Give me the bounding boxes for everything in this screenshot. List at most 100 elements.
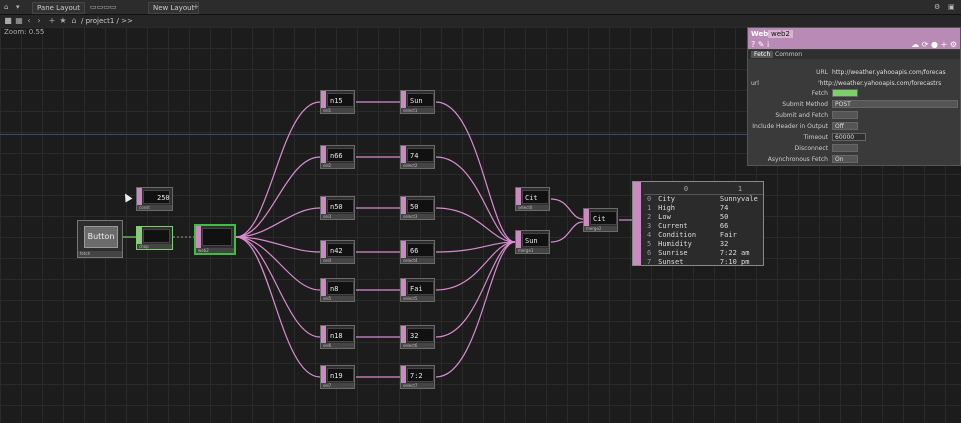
timeout-field[interactable]: 60000	[832, 133, 866, 141]
node-label: web2	[196, 248, 234, 253]
table-row: 4 Condition Fair	[647, 231, 737, 239]
url-label: URL	[816, 69, 828, 76]
url-row: URL http://weather.yahooapis.com/forecas	[748, 68, 960, 78]
timeout-label: Timeout	[803, 134, 828, 141]
fetch-button[interactable]	[832, 89, 858, 97]
merge-node[interactable]: Sun merge1	[515, 230, 550, 254]
async-fetch-label: Asynchronous Fetch	[767, 156, 828, 163]
table-header: 0 1	[644, 185, 763, 195]
node-value: Sun	[410, 97, 423, 105]
back-icon[interactable]: ‹	[24, 16, 34, 26]
button-comp[interactable]: Button fetch	[77, 220, 123, 258]
node-value: Cit	[593, 215, 606, 223]
url-expr-field[interactable]: 'http://weather.yahooapis.com/forecastrs	[818, 80, 941, 87]
node-value: 250	[157, 194, 170, 202]
node-flag	[633, 182, 641, 265]
select-node-n50[interactable]: n50 sel3	[320, 196, 355, 220]
node-label: fetch	[78, 251, 122, 257]
table-row: 7 Sunset 7:10 pm	[647, 258, 750, 266]
maximize-icon[interactable]: ▣	[948, 2, 955, 12]
node-flag	[137, 188, 142, 206]
async-fetch-toggle[interactable]: On	[832, 155, 858, 163]
node-value: n8	[330, 285, 339, 293]
node-label: chop	[137, 244, 172, 249]
node-value: 66	[410, 247, 419, 255]
select-node-n42[interactable]: n42 sel4	[320, 240, 355, 264]
button-face[interactable]: Button	[84, 226, 118, 248]
settings-icon[interactable]: ⚙	[934, 2, 940, 12]
node-value: n19	[330, 372, 343, 380]
include-header-toggle[interactable]: Off	[832, 122, 858, 130]
pane-layout-button[interactable]: Pane Layout	[32, 2, 85, 14]
help-icon[interactable]: ? ✎ i	[751, 40, 769, 49]
stop-icon[interactable]: ■	[3, 16, 13, 26]
forward-icon[interactable]: ›	[34, 16, 44, 26]
select-node-n19[interactable]: n19 sel7	[320, 365, 355, 389]
panel-icons[interactable]: ☁ ⟳ ● + ⚙	[911, 40, 957, 49]
chop-node[interactable]: chop	[136, 226, 173, 250]
breadcrumb[interactable]: / project1 / >>	[81, 16, 133, 26]
include-header-label: Include Header in Output	[752, 123, 828, 130]
node-value: n18	[330, 332, 343, 340]
node-value: 32	[410, 332, 419, 340]
node-viewer	[143, 229, 170, 243]
node-value: Sun	[525, 237, 538, 245]
panel-node-name[interactable]: web2	[768, 30, 793, 38]
select-node-n66[interactable]: n66 sel2	[320, 145, 355, 169]
table-row: 2 Low 50	[647, 213, 729, 221]
merge-node-2[interactable]: Cit merge2	[583, 208, 618, 232]
panel-header: Web web2 ? ✎ i ☁ ⟳ ● + ⚙	[748, 28, 960, 49]
tab-common[interactable]: Common	[772, 51, 805, 58]
text-node-fai[interactable]: Fai select5	[400, 278, 435, 302]
disconnect-button[interactable]	[832, 144, 858, 152]
text-node-50[interactable]: 50 select3	[400, 196, 435, 220]
table-row: 0 City Sunnyvale	[647, 195, 758, 203]
table-row: 3 Current 66	[647, 222, 729, 230]
add-icon[interactable]: +	[47, 16, 57, 26]
text-node-32[interactable]: 32 select6	[400, 325, 435, 349]
submit-method-label: Submit Method	[782, 101, 828, 108]
grid-icon[interactable]: ▦	[14, 16, 24, 26]
url-field[interactable]: http://weather.yahooapis.com/forecas	[832, 69, 946, 76]
node-value: 74	[410, 152, 419, 160]
node-flag	[137, 227, 142, 245]
panel-type: Web	[751, 30, 769, 38]
async-fetch-row: Asynchronous Fetch On	[748, 155, 960, 165]
new-layout-button[interactable]: New Layout	[148, 2, 200, 14]
select-node-n15[interactable]: n15 sel1	[320, 90, 355, 114]
url-expr-row: url 'http://weather.yahooapis.com/foreca…	[748, 79, 960, 89]
text-node-72[interactable]: 7:2 select7	[400, 365, 435, 389]
home-network-icon[interactable]: ⌂	[69, 16, 79, 26]
select-node-n8[interactable]: n8 sel5	[320, 278, 355, 302]
timeout-row: Timeout 60000	[748, 133, 960, 143]
submit-method-row: Submit Method POST	[748, 100, 960, 110]
panel-tabs: Fetch Common	[748, 50, 960, 59]
wire	[235, 236, 321, 378]
submit-method-select[interactable]: POST	[832, 100, 958, 108]
star-icon[interactable]: ★	[58, 16, 68, 26]
node-value: 7:2	[410, 372, 423, 380]
layout-slots[interactable]: ▭▭▭▭	[90, 2, 116, 12]
menu-bar: ⌂ ▾ Pane Layout ▭▭▭▭ New Layout + ⚙ ▣	[0, 0, 961, 15]
submit-fetch-button[interactable]	[832, 111, 858, 119]
parameter-panel: Web web2 ? ✎ i ☁ ⟳ ● + ⚙ Fetch Common UR…	[747, 27, 961, 166]
table-viewer[interactable]: 0 1 0 City Sunnyvale 1 High 74 2 Low 50 3 Curre…	[632, 181, 764, 266]
wire	[235, 156, 321, 238]
text-node-sun[interactable]: Sun select1	[400, 90, 435, 114]
submit-fetch-label: Submit and Fetch	[775, 112, 828, 119]
dropdown-icon[interactable]: ▾	[16, 2, 20, 12]
web-node[interactable]: web2	[194, 224, 236, 255]
wire	[235, 101, 321, 238]
disconnect-row: Disconnect	[748, 144, 960, 154]
text-node-66[interactable]: 66 select4	[400, 240, 435, 264]
select-node-n18[interactable]: n18 sel6	[320, 325, 355, 349]
node-flag	[196, 226, 201, 249]
col-header: 1	[716, 185, 763, 195]
constant-node[interactable]: 250 const	[136, 187, 173, 211]
city-node[interactable]: Cit select0	[515, 187, 550, 211]
add-layout-icon[interactable]: +	[193, 2, 199, 12]
text-node-74[interactable]: 74 select2	[400, 145, 435, 169]
tab-fetch[interactable]: Fetch	[751, 51, 774, 58]
home-icon[interactable]: ⌂	[4, 2, 8, 12]
node-label: const	[137, 205, 172, 210]
